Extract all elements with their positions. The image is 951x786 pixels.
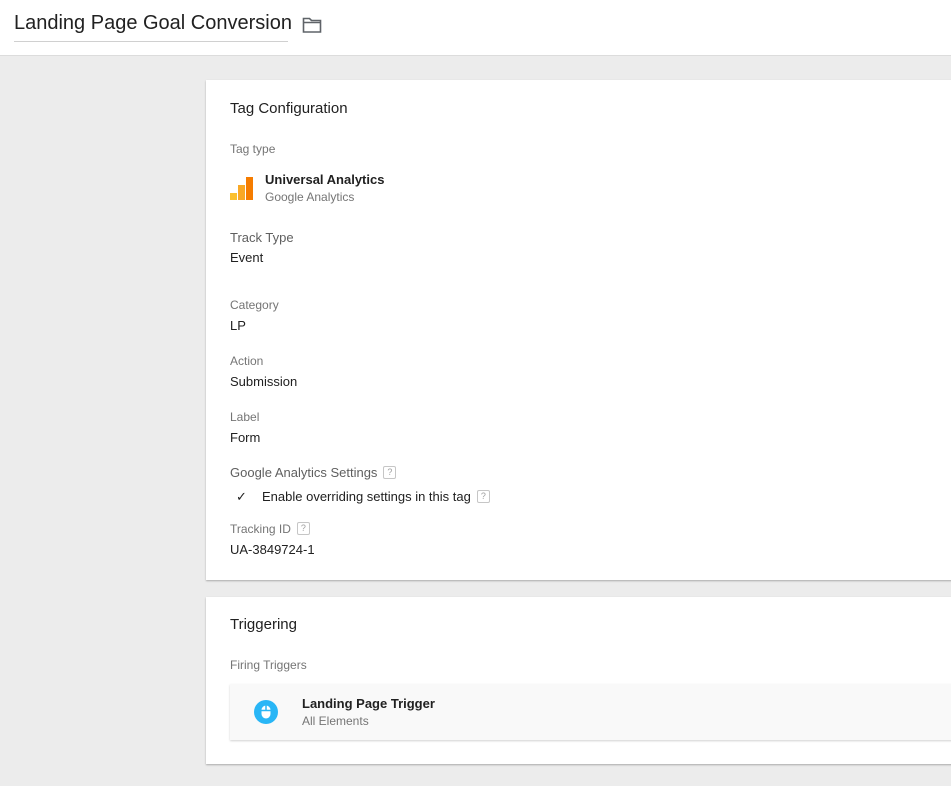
- tracking-id-label: Tracking ID: [230, 522, 291, 536]
- tracking-id-value: UA-3849724-1: [230, 542, 315, 557]
- trigger-name: Landing Page Trigger: [302, 696, 435, 711]
- triggering-card[interactable]: Triggering Firing Triggers Landing Page …: [206, 597, 951, 764]
- help-icon[interactable]: ?: [476, 490, 490, 503]
- help-icon[interactable]: ?: [296, 522, 310, 535]
- card-title: Triggering: [230, 616, 297, 633]
- category-value: LP: [230, 318, 246, 333]
- trigger-item[interactable]: Landing Page Trigger All Elements: [230, 684, 951, 740]
- ga-settings-label: Google Analytics Settings: [230, 465, 378, 480]
- tag-type-name: Universal Analytics: [265, 172, 385, 187]
- ga-settings-row: Google Analytics Settings?: [230, 465, 397, 480]
- trigger-type: All Elements: [302, 714, 369, 728]
- label-value: Form: [230, 430, 261, 445]
- folder-icon[interactable]: [302, 16, 322, 34]
- top-bar: Landing Page Goal Conversion: [0, 0, 951, 56]
- track-type-label: Track Type: [230, 230, 294, 245]
- tag-type-vendor: Google Analytics: [265, 190, 355, 204]
- tag-configuration-card[interactable]: Tag Configuration Tag type Universal Ana…: [206, 80, 951, 580]
- firing-triggers-label: Firing Triggers: [230, 658, 307, 672]
- category-label: Category: [230, 298, 279, 312]
- tracking-id-row: Tracking ID?: [230, 522, 310, 536]
- label-label: Label: [230, 410, 260, 424]
- google-analytics-icon: [230, 177, 253, 200]
- checkmark-icon[interactable]: ✓: [236, 489, 250, 505]
- click-icon: [254, 700, 278, 724]
- action-label: Action: [230, 354, 264, 368]
- tag-name-field[interactable]: Landing Page Goal Conversion: [14, 12, 292, 42]
- card-title: Tag Configuration: [230, 100, 348, 117]
- override-settings-row[interactable]: ✓ Enable overriding settings in this tag?: [236, 489, 490, 505]
- track-type-value: Event: [230, 250, 264, 265]
- override-settings-label: Enable overriding settings in this tag: [262, 489, 471, 504]
- action-value: Submission: [230, 374, 298, 389]
- help-icon[interactable]: ?: [383, 466, 397, 479]
- tag-type-label: Tag type: [230, 142, 276, 156]
